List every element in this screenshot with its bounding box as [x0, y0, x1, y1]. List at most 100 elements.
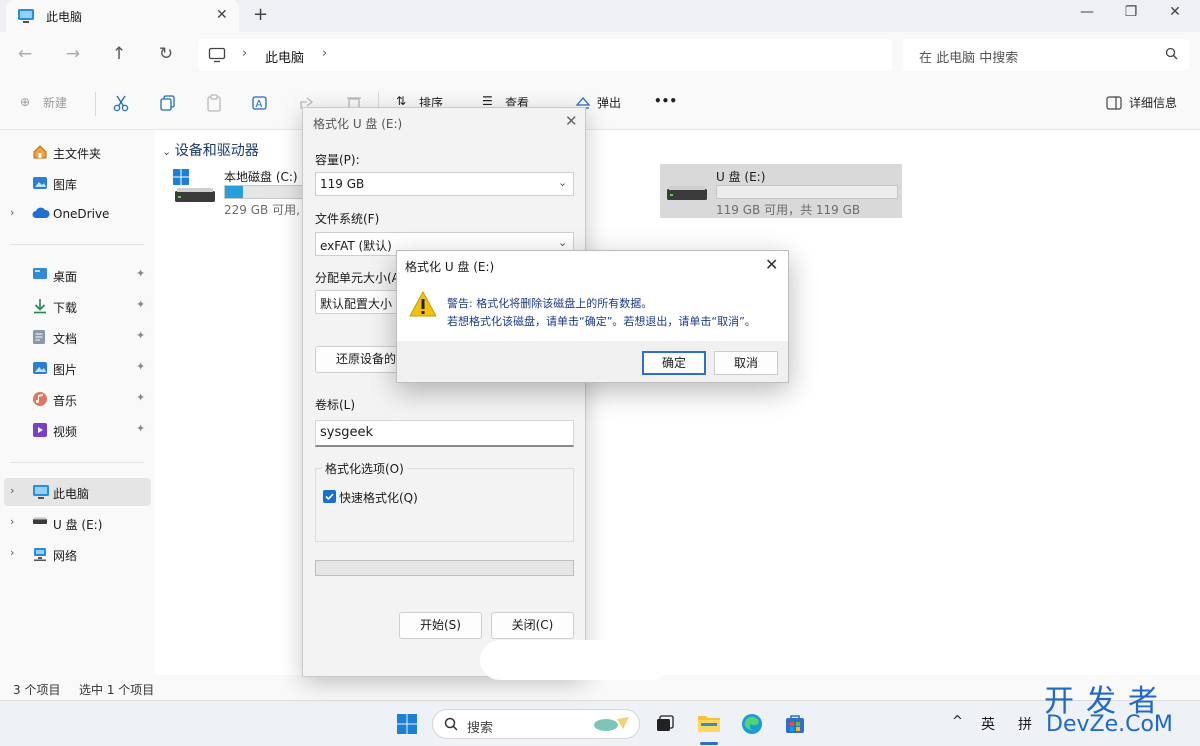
tab-close-icon[interactable]: ✕ [216, 7, 228, 23]
group-header[interactable]: ⌄ 设备和驱动器 [162, 140, 259, 160]
filesystem-value: exFAT (默认) [320, 239, 392, 253]
new-tab-button[interactable]: + [253, 4, 268, 25]
breadcrumb-separator[interactable]: › [242, 46, 247, 61]
sidebar-divider [10, 244, 144, 245]
ime-mode-indicator[interactable]: 拼 [1018, 714, 1032, 734]
format-options-label: 格式化选项(O) [322, 460, 407, 477]
ime-language-indicator[interactable]: 英 [981, 714, 995, 734]
breadcrumb-this-pc[interactable]: 此电脑 [265, 47, 304, 66]
sidebar-item-downloads[interactable]: 下载 ✦ [4, 292, 151, 320]
edge-browser-icon[interactable] [740, 712, 764, 736]
pin-icon[interactable]: ✦ [136, 298, 145, 311]
start-button[interactable]: 开始(S) [399, 612, 482, 639]
copy-icon[interactable] [159, 94, 177, 112]
pin-icon[interactable]: ✦ [136, 267, 145, 280]
search-input[interactable]: 在 此电脑 中搜索 [903, 39, 1189, 71]
sidebar-item-label: 下载 [53, 301, 78, 315]
maximize-button[interactable]: ❐ [1116, 4, 1146, 24]
pin-icon[interactable]: ✦ [136, 360, 145, 373]
address-bar[interactable]: › 此电脑 › [198, 39, 892, 71]
view-icon[interactable]: ☰ [482, 94, 493, 108]
sidebar-item-videos[interactable]: 视频 ✦ [4, 416, 151, 444]
capacity-label: 容量(P): [315, 153, 360, 167]
warning-dialog: 格式化 U 盘 (E:) ✕ 警告: 格式化将删除该磁盘上的所有数据。 若想格式… [396, 250, 789, 383]
close-icon[interactable]: ✕ [565, 112, 578, 130]
group-header-label: 设备和驱动器 [174, 143, 259, 159]
volume-label-value: sysgeek [320, 425, 374, 440]
chevron-right-icon[interactable]: › [10, 484, 14, 497]
cut-icon[interactable] [112, 94, 130, 112]
chevron-down-icon[interactable]: ⌄ [162, 145, 175, 158]
chevron-down-icon: ⌄ [558, 176, 568, 189]
chevron-down-icon: ⌄ [558, 236, 568, 249]
more-options-button[interactable]: ••• [654, 94, 677, 108]
sidebar-item-usb-drive[interactable]: › U 盘 (E:) [4, 509, 151, 537]
close-icon[interactable]: ✕ [765, 255, 778, 274]
start-button-icon[interactable] [396, 713, 418, 735]
chevron-right-icon[interactable]: › [10, 515, 14, 528]
sidebar-item-label: 视频 [53, 425, 78, 439]
task-view-icon[interactable] [655, 714, 675, 734]
sidebar-item-onedrive[interactable]: › OneDrive [4, 200, 151, 228]
store-icon[interactable] [783, 712, 807, 736]
taskbar-search[interactable]: 搜索 [432, 709, 640, 739]
drive-item-usb[interactable]: U 盘 (E:) 119 GB 可用，共 119 GB [660, 164, 902, 218]
refresh-icon[interactable]: ↻ [155, 44, 177, 66]
toolbar-divider [95, 92, 96, 116]
drive-space: 229 GB 可用, [224, 203, 300, 217]
minimize-button[interactable]: — [1072, 4, 1102, 24]
document-icon [32, 329, 46, 345]
quick-format-label[interactable]: 快速格式化(Q) [339, 489, 418, 506]
sidebar-item-desktop[interactable]: 桌面 ✦ [4, 261, 151, 289]
close-button[interactable]: 关闭(C) [491, 612, 574, 639]
file-explorer-icon[interactable] [697, 712, 721, 734]
details-button[interactable]: 详细信息 [1129, 94, 1177, 111]
sort-icon[interactable]: ⇅ [396, 94, 406, 108]
desktop-icon [32, 267, 48, 281]
sidebar-item-documents[interactable]: 文档 ✦ [4, 323, 151, 351]
up-arrow-icon[interactable]: ↑ [108, 44, 130, 66]
new-button[interactable]: 新建 [43, 94, 67, 111]
volume-label-input[interactable]: sysgeek [315, 420, 574, 447]
drive-name: U 盘 (E:) [716, 170, 766, 184]
capacity-select[interactable]: 119 GB ⌄ [315, 172, 574, 196]
sidebar-item-label: 桌面 [53, 270, 78, 284]
selected-count: 选中 1 个项目 [79, 683, 155, 697]
quick-format-checkbox[interactable] [323, 490, 336, 503]
sidebar-item-home[interactable]: 主文件夹 [4, 138, 151, 166]
breadcrumb-separator[interactable]: › [322, 46, 327, 61]
pin-icon[interactable]: ✦ [136, 391, 145, 404]
new-plus-icon[interactable]: ⊕ [20, 95, 30, 109]
details-pane-icon[interactable] [1106, 96, 1122, 110]
pin-icon[interactable]: ✦ [136, 329, 145, 342]
pin-icon[interactable]: ✦ [136, 422, 145, 435]
sidebar-item-this-pc[interactable]: › 此电脑 [4, 478, 151, 506]
rename-icon[interactable]: A [251, 94, 269, 112]
tab-this-pc[interactable]: 此电脑 ✕ [6, 0, 239, 32]
forward-arrow-icon[interactable]: → [62, 44, 84, 66]
close-window-button[interactable]: ✕ [1160, 4, 1190, 24]
hard-drive-icon [174, 186, 216, 204]
tray-overflow-chevron[interactable]: ^ [952, 714, 963, 729]
ok-button[interactable]: 确定 [642, 351, 706, 375]
chevron-right-icon[interactable]: › [10, 546, 14, 559]
usb-drive-icon [32, 515, 48, 527]
back-arrow-icon[interactable]: ← [14, 44, 36, 66]
computer-icon [17, 8, 35, 24]
paste-icon[interactable] [205, 94, 223, 112]
sidebar-item-music[interactable]: 音乐 ✦ [4, 385, 151, 413]
sidebar-item-network[interactable]: › 网络 [4, 540, 151, 568]
search-icon [1165, 47, 1178, 60]
cancel-button[interactable]: 取消 [714, 351, 778, 375]
sidebar-item-label: 图片 [53, 363, 78, 377]
sidebar-item-pictures[interactable]: 图片 ✦ [4, 354, 151, 382]
sidebar-item-label: 主文件夹 [53, 147, 102, 161]
search-placeholder: 在 此电脑 中搜索 [919, 51, 1019, 66]
allocation-unit-label: 分配单元大小(A [315, 271, 400, 285]
sidebar-item-gallery[interactable]: 图库 [4, 169, 151, 197]
search-icon [444, 717, 458, 731]
drive-space: 119 GB 可用，共 119 GB [716, 203, 861, 217]
drive-usage-bar [716, 185, 898, 199]
eject-button[interactable]: 弹出 [597, 94, 621, 111]
chevron-right-icon[interactable]: › [10, 206, 14, 219]
